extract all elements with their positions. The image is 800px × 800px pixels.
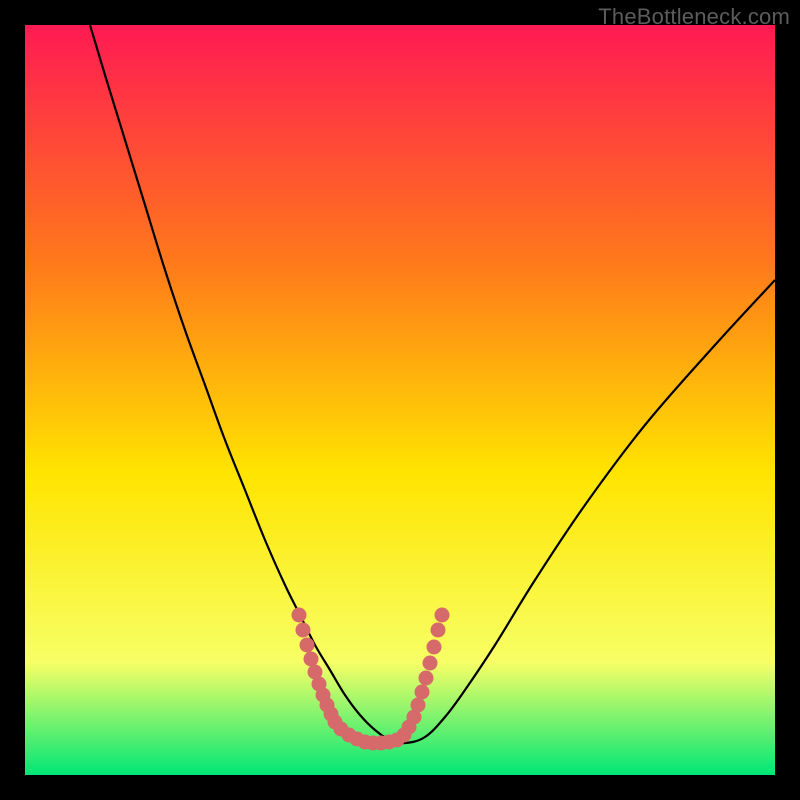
plot-area bbox=[25, 25, 775, 775]
marker-dot bbox=[431, 623, 446, 638]
marker-dot bbox=[411, 698, 426, 713]
marker-dot bbox=[300, 638, 315, 653]
marker-dot bbox=[415, 685, 430, 700]
marker-dot bbox=[435, 608, 450, 623]
marker-dot bbox=[304, 652, 319, 667]
marker-dot bbox=[423, 656, 438, 671]
marker-dot bbox=[427, 640, 442, 655]
bottleneck-chart bbox=[25, 25, 775, 775]
watermark-text: TheBottleneck.com bbox=[598, 4, 790, 30]
marker-dot bbox=[419, 671, 434, 686]
marker-dot bbox=[292, 608, 307, 623]
chart-frame: TheBottleneck.com bbox=[0, 0, 800, 800]
gradient-background bbox=[25, 25, 775, 775]
marker-dot bbox=[296, 623, 311, 638]
